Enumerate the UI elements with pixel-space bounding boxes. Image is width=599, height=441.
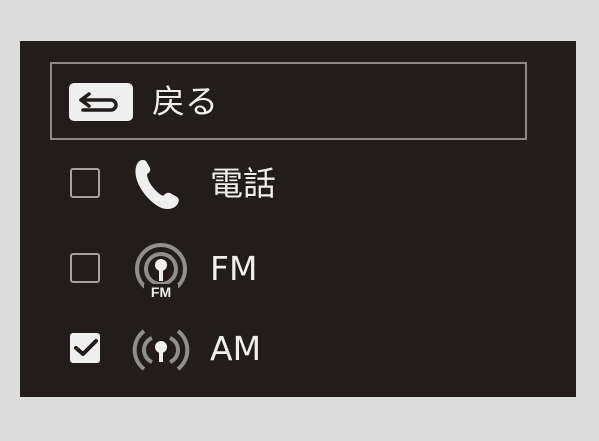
back-label: 戻る [152, 82, 218, 121]
menu-item-fm[interactable]: FM FM [68, 239, 528, 299]
phone-icon [135, 160, 179, 210]
am-radio-icon [132, 329, 190, 371]
fm-radio-icon: FM [135, 243, 187, 299]
am-checkbox[interactable] [70, 333, 100, 363]
menu-item-phone[interactable]: 電話 [68, 154, 528, 214]
am-label: AM [210, 329, 262, 368]
fm-icon-text: FM [151, 284, 171, 299]
checkmark-icon [74, 339, 98, 356]
phone-checkbox[interactable] [70, 168, 100, 198]
menu-item-am[interactable]: AM [68, 319, 528, 379]
back-button[interactable]: 戻る [50, 62, 527, 140]
audio-source-menu: 戻る 電話 FM FM AM [20, 41, 576, 397]
phone-label: 電話 [210, 164, 276, 203]
fm-checkbox[interactable] [70, 253, 100, 283]
fm-label: FM [210, 249, 258, 288]
back-arrow-icon [69, 83, 133, 121]
